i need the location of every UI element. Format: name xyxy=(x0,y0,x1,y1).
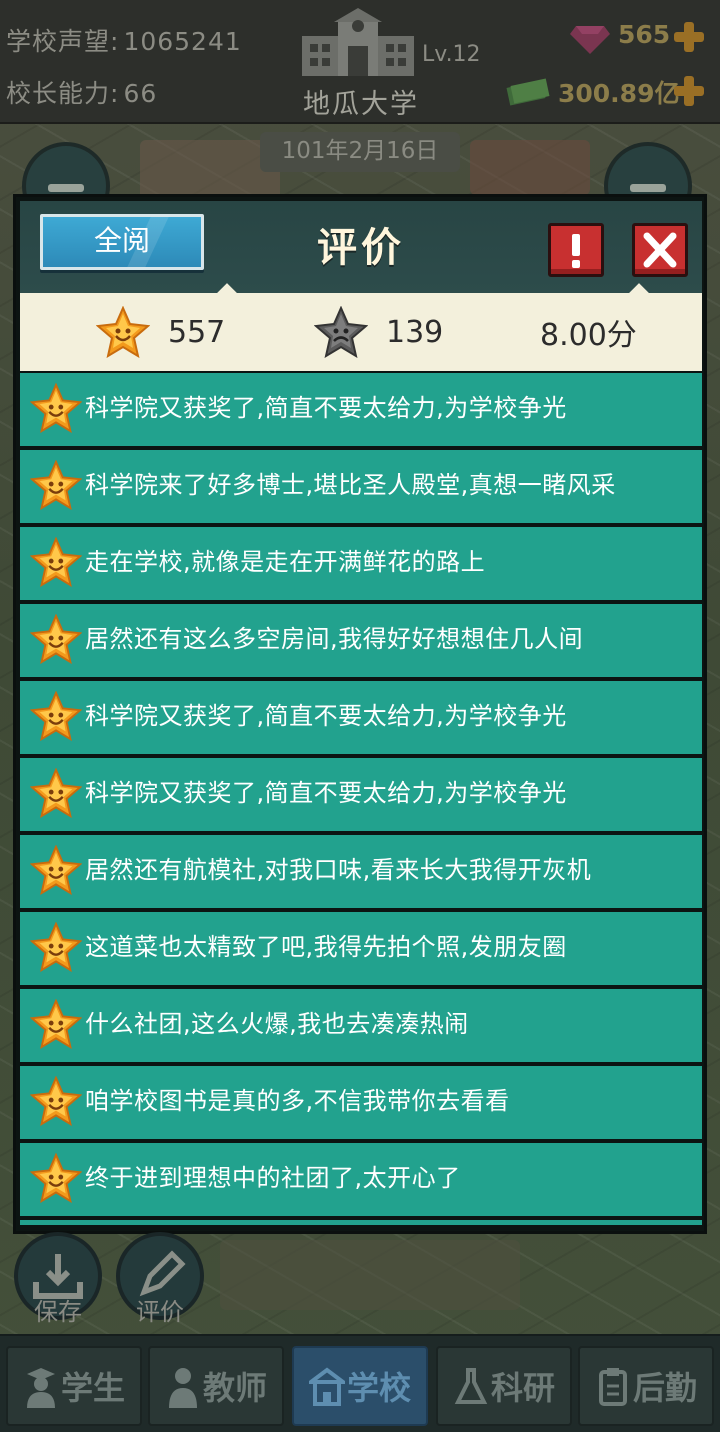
review-label: 评价 xyxy=(136,1298,184,1326)
clipboard-icon xyxy=(598,1368,627,1406)
review-row: 科学院来了好多博士,堪比圣人殿堂,真想一睹风采 xyxy=(20,450,702,523)
review-row: 科学院又获奖了,简直不要太给力,为学校争光 xyxy=(20,758,702,831)
add-gems-button[interactable] xyxy=(674,22,704,52)
review-row: 居然还有航模社,对我口味,看来长大我得开灰机 xyxy=(20,835,702,908)
review-row: 科学院又获奖了,简直不要太给力,为学校争光 xyxy=(20,373,702,446)
tab-label: 学校 xyxy=(346,1369,411,1407)
review-text: 科学院又获奖了,简直不要太给力,为学校争光 xyxy=(85,702,567,730)
bottom-tab-bar: 学生 教师 学校 科研 后勤 xyxy=(0,1334,720,1432)
review-row: 科学院又获奖了,简直不要太给力,为学校争光 xyxy=(20,681,702,754)
average-score: 8.00分 xyxy=(540,318,637,353)
teacher-icon xyxy=(168,1368,197,1408)
happy-star-icon xyxy=(30,460,82,510)
sad-star-icon xyxy=(314,306,368,358)
review-text: 咱学校图书是真的多,不信我带你去看看 xyxy=(85,1087,510,1115)
close-icon xyxy=(643,232,677,268)
review-row: 居然还有这么多空房间,我得好好想想住几人间 xyxy=(20,604,702,677)
ability-label: 校长能力: xyxy=(6,79,120,108)
exclamation-icon xyxy=(572,234,580,268)
happy-star-icon xyxy=(30,1153,82,1203)
school-icon xyxy=(308,1367,345,1406)
top-hud: 学校声望: 1065241 校长能力: 66 Lv.12 地瓜大学 565 300.… xyxy=(0,0,720,124)
happy-star-icon xyxy=(30,614,82,664)
review-row: 这道菜也太精致了吧,我得先拍个照,发朋友圈 xyxy=(20,912,702,985)
review-text: 什么社团,这么火爆,我也去凑凑热闹 xyxy=(85,1010,469,1038)
tab-label: 科研 xyxy=(490,1369,555,1407)
review-text: 这道菜也太精致了吧,我得先拍个照,发朋友圈 xyxy=(85,933,567,961)
save-label: 保存 xyxy=(34,1298,82,1326)
bad-rating-count: 139 xyxy=(386,314,444,350)
game-date: 101年2月16日 xyxy=(260,132,460,172)
tab-label: 后勤 xyxy=(632,1369,697,1407)
cash-icon xyxy=(506,78,550,106)
happy-star-icon xyxy=(30,845,82,895)
review-text: 终于进到理想中的社团了,太开心了 xyxy=(85,1164,461,1192)
flask-icon xyxy=(454,1368,488,1404)
average-score-stat: 8.00分 xyxy=(540,293,637,371)
review-text: 居然还有这么多空房间,我得好好想想住几人间 xyxy=(85,625,584,653)
review-row: 终于进到理想中的社团了,太开心了 xyxy=(20,1143,702,1216)
add-money-button[interactable] xyxy=(674,76,704,106)
review-row: 咱学校图书是真的多,不信我带你去看看 xyxy=(20,1066,702,1139)
review-row: 走在学校,就像是走在开满鲜花的路上 xyxy=(20,527,702,600)
report-button[interactable] xyxy=(548,223,604,277)
bad-rating-stat: 139 xyxy=(314,293,443,371)
tab-label: 教师 xyxy=(202,1369,267,1407)
happy-star-icon xyxy=(30,1076,82,1126)
happy-star-icon xyxy=(30,999,82,1049)
happy-star-icon xyxy=(30,922,82,972)
review-text: 走在学校,就像是走在开满鲜花的路上 xyxy=(85,548,486,576)
happy-star-icon xyxy=(30,383,82,433)
review-text: 居然还有航模社,对我口味,看来长大我得开灰机 xyxy=(85,856,592,884)
tab-label: 学生 xyxy=(60,1369,125,1407)
gem-icon xyxy=(570,26,610,54)
ability-stat: 校长能力: 66 xyxy=(6,74,157,110)
happy-star-icon xyxy=(30,768,82,818)
dialog-header: 全阅 评价 xyxy=(20,201,702,293)
ability-value: 66 xyxy=(123,79,158,108)
happy-star-icon xyxy=(96,306,150,358)
review-text: 科学院又获奖了,简直不要太给力,为学校争光 xyxy=(85,779,567,807)
reviews-dialog: 全阅 评价 557 139 8.00分 科学院又获奖了,简直不要太给力,为学校争… xyxy=(13,194,707,1234)
tab-teachers[interactable]: 教师 xyxy=(148,1346,284,1426)
review-row: 什么社团,这么火爆,我也去凑凑热闹 xyxy=(20,989,702,1062)
reputation-value: 1065241 xyxy=(123,27,242,56)
good-rating-count: 557 xyxy=(168,314,226,350)
gem-count: 565 xyxy=(618,20,671,49)
tab-school[interactable]: 学校 xyxy=(292,1346,428,1426)
happy-star-icon xyxy=(30,537,82,587)
tab-students[interactable]: 学生 xyxy=(6,1346,142,1426)
review-text: 科学院来了好多博士,堪比圣人殿堂,真想一睹风采 xyxy=(85,471,616,499)
school-level: Lv.12 xyxy=(422,42,481,67)
tab-logistics[interactable]: 后勤 xyxy=(578,1346,714,1426)
review-list[interactable]: 科学院又获奖了,简直不要太给力,为学校争光 科学院来了好多博士,堪比圣人殿堂,真… xyxy=(20,373,702,1225)
happy-star-icon xyxy=(30,691,82,741)
good-rating-stat: 557 xyxy=(96,293,225,371)
review-text: 科学院又获奖了,简直不要太给力,为学校争光 xyxy=(85,394,567,422)
school-building-icon xyxy=(302,8,414,76)
close-button[interactable] xyxy=(632,223,688,277)
money-amount: 300.89亿 xyxy=(558,79,680,108)
review-row-partial xyxy=(20,1220,702,1225)
reputation-label: 学校声望: xyxy=(6,27,120,56)
school-name[interactable]: 地瓜大学 xyxy=(296,82,426,121)
tab-research[interactable]: 科研 xyxy=(436,1346,572,1426)
rating-summary: 557 139 8.00分 xyxy=(20,283,702,371)
student-icon xyxy=(26,1368,55,1408)
reputation-stat: 学校声望: 1065241 xyxy=(6,22,242,58)
